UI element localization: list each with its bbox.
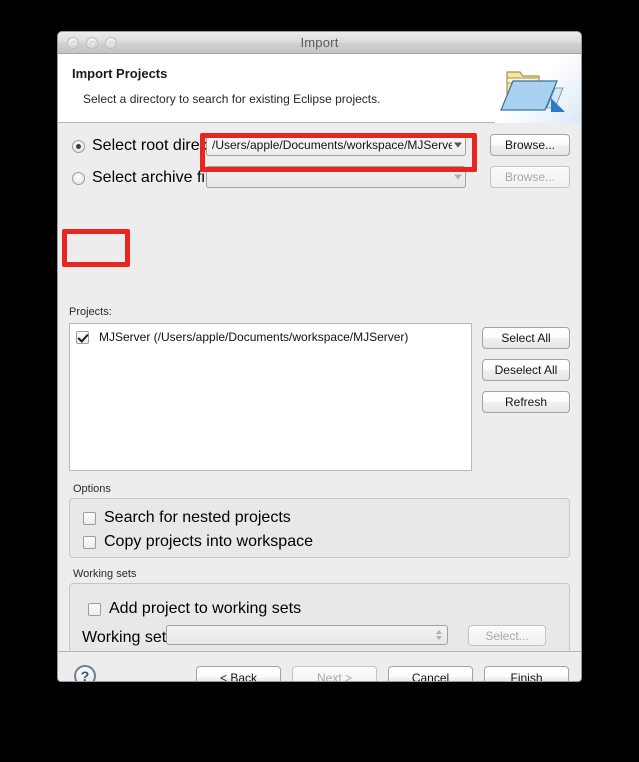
refresh-button[interactable]: Refresh — [482, 391, 570, 413]
chevron-down-icon[interactable] — [454, 142, 462, 148]
deselect-all-button[interactable]: Deselect All — [482, 359, 570, 381]
window-title: Import — [300, 35, 339, 50]
browse-archive-file-button[interactable]: Browse... — [490, 166, 570, 188]
add-project-to-working-sets-label: Add project to working sets — [109, 600, 302, 617]
search-nested-projects-checkbox[interactable] — [83, 511, 96, 525]
search-nested-projects-label: Search for nested projects — [104, 509, 291, 526]
import-dialog: Import Import Projects Select a director… — [57, 31, 582, 682]
dialog-body: Select root directory /Users/apple/Docum… — [58, 123, 581, 669]
working-sets-combo-label: Working sets: — [82, 629, 179, 646]
add-project-to-working-sets-checkbox[interactable] — [88, 602, 101, 616]
wizard-header: Import Projects Select a directory to se… — [58, 54, 581, 123]
copy-projects-checkbox[interactable] — [83, 535, 96, 549]
cancel-button[interactable]: Cancel — [388, 666, 473, 681]
chevron-down-icon[interactable] — [454, 174, 462, 180]
archive-file-combo[interactable] — [206, 166, 466, 188]
search-nested-projects-row[interactable]: Search for nested projects — [83, 509, 291, 527]
root-directory-combo[interactable]: /Users/apple/Documents/workspace/MJServe — [206, 134, 466, 156]
stepper-arrows-icon[interactable] — [436, 630, 442, 640]
next-button[interactable]: Next > — [292, 666, 377, 681]
help-icon[interactable]: ? — [74, 665, 96, 681]
dialog-footer: ? < Back Next > Cancel Finish — [58, 651, 581, 681]
select-all-button[interactable]: Select All — [482, 327, 570, 349]
project-checkbox[interactable] — [76, 330, 89, 344]
add-project-to-working-sets-row[interactable]: Add project to working sets — [88, 600, 301, 618]
zoom-button[interactable] — [105, 37, 117, 49]
close-button[interactable] — [67, 37, 79, 49]
root-directory-value: /Users/apple/Documents/workspace/MJServe — [212, 138, 452, 152]
project-label: MJServer (/Users/apple/Documents/workspa… — [99, 330, 409, 344]
minimize-button[interactable] — [86, 37, 98, 49]
window-titlebar: Import — [58, 32, 581, 54]
finish-button[interactable]: Finish — [484, 666, 569, 681]
archive-file-radio-row[interactable]: Select archive file: — [72, 169, 222, 187]
projects-label: Projects: — [69, 306, 112, 318]
working-sets-group-title: Working sets — [73, 568, 137, 580]
copy-projects-row[interactable]: Copy projects into workspace — [83, 533, 313, 551]
root-directory-radio[interactable] — [72, 139, 85, 153]
working-sets-combo[interactable] — [166, 625, 448, 645]
projects-list[interactable]: MJServer (/Users/apple/Documents/workspa… — [69, 323, 472, 471]
list-item[interactable]: MJServer (/Users/apple/Documents/workspa… — [76, 330, 408, 344]
back-button[interactable]: < Back — [196, 666, 281, 681]
select-working-sets-button[interactable]: Select... — [468, 625, 546, 646]
archive-file-label: Select archive file: — [92, 169, 222, 186]
archive-file-radio[interactable] — [72, 171, 85, 185]
browse-root-directory-button[interactable]: Browse... — [490, 134, 570, 156]
options-group-title: Options — [73, 483, 111, 495]
open-folder-icon — [495, 54, 581, 123]
copy-projects-label: Copy projects into workspace — [104, 533, 313, 550]
window-controls — [67, 37, 117, 49]
